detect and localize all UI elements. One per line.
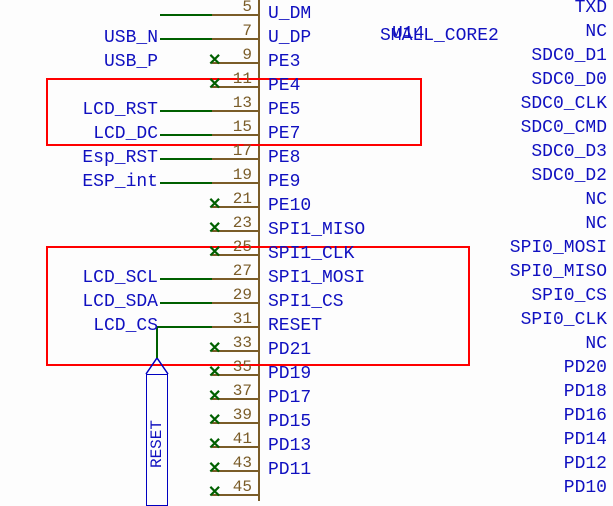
right-port-label: SPI0_MISO <box>510 262 607 282</box>
port-label: SPI1_CS <box>268 292 344 312</box>
port-label: PD15 <box>268 412 311 432</box>
port-label: PE3 <box>268 52 300 72</box>
pin-number: 7 <box>226 22 252 40</box>
right-port-label: SDC0_D0 <box>531 70 607 90</box>
net-label: USB_P <box>104 52 158 72</box>
nc-x-icon: ✕ <box>208 488 221 498</box>
port-label: SPI1_MOSI <box>268 268 365 288</box>
right-port-label: NC <box>585 334 607 354</box>
port-label: PE4 <box>268 76 300 96</box>
net-label: LCD_SDA <box>82 292 158 312</box>
pin-number: 9 <box>226 46 252 64</box>
net-wire <box>160 278 212 280</box>
nc-x-icon: ✕ <box>208 56 221 66</box>
pin-number: 31 <box>226 310 252 328</box>
net-wire <box>160 134 212 136</box>
net-wire <box>160 110 212 112</box>
pin-number: 19 <box>226 166 252 184</box>
right-port-label: PD14 <box>564 430 607 450</box>
nc-x-icon: ✕ <box>208 416 221 426</box>
right-port-label: SDC0_D3 <box>531 142 607 162</box>
pin-number: 17 <box>226 142 252 160</box>
pin-number: 39 <box>226 406 252 424</box>
net-label: USB_N <box>104 28 158 48</box>
port-label: SPI1_CLK <box>268 244 354 264</box>
reset-flag-label: RESET <box>148 420 166 468</box>
right-port-label: SPI0_CS <box>531 286 607 306</box>
right-port-label: PD12 <box>564 454 607 474</box>
port-label: PE7 <box>268 124 300 144</box>
right-port-label: SPI0_CLK <box>521 310 607 330</box>
nc-x-icon: ✕ <box>208 200 221 210</box>
part-name-label: SMALL_CORE2 <box>380 26 499 46</box>
port-label: U_DP <box>268 28 311 48</box>
port-label: PD13 <box>268 436 311 456</box>
port-label: PD11 <box>268 460 311 480</box>
right-port-label: SDC0_D1 <box>531 46 607 66</box>
pin-number: 23 <box>226 214 252 232</box>
port-label: RESET <box>268 316 322 336</box>
nc-x-icon: ✕ <box>208 80 221 90</box>
pin-number: 21 <box>226 190 252 208</box>
net-wire <box>160 182 212 184</box>
nc-x-icon: ✕ <box>208 224 221 234</box>
nc-x-icon: ✕ <box>208 248 221 258</box>
port-label: PE5 <box>268 100 300 120</box>
nc-x-icon: ✕ <box>208 440 221 450</box>
right-port-label: PD16 <box>564 406 607 426</box>
net-label: Esp_RST <box>82 148 158 168</box>
nc-x-icon: ✕ <box>208 464 221 474</box>
pin-number: 33 <box>226 334 252 352</box>
port-label: PE10 <box>268 196 311 216</box>
pin-number: 35 <box>226 358 252 376</box>
right-port-label: PD10 <box>564 478 607 498</box>
flag-arrow-icon <box>144 356 170 376</box>
net-wire <box>160 38 212 40</box>
pin-number: 25 <box>226 238 252 256</box>
pin-number: 11 <box>226 70 252 88</box>
port-label: SPI1_MISO <box>268 220 365 240</box>
port-label: U_DM <box>268 4 311 24</box>
pin-number: 13 <box>226 94 252 112</box>
net-label: LCD_SCL <box>82 268 158 288</box>
pin-number: 43 <box>226 454 252 472</box>
right-port-label: PD18 <box>564 382 607 402</box>
pin-number: 37 <box>226 382 252 400</box>
right-port-label: SDC0_D2 <box>531 166 607 186</box>
nc-x-icon: ✕ <box>208 368 221 378</box>
pin-number: 45 <box>226 478 252 496</box>
port-label: PD21 <box>268 340 311 360</box>
right-port-label: TXD <box>575 0 607 18</box>
port-label: PE8 <box>268 148 300 168</box>
nc-x-icon: ✕ <box>208 344 221 354</box>
net-wire <box>156 326 212 328</box>
pin-number: 41 <box>226 430 252 448</box>
port-label: PD19 <box>268 364 311 384</box>
pin-number: 5 <box>226 0 252 16</box>
pin-number: 29 <box>226 286 252 304</box>
net-label: LCD_DC <box>93 124 158 144</box>
right-port-label: NC <box>585 22 607 42</box>
port-label: PE9 <box>268 172 300 192</box>
pin-number: 27 <box>226 262 252 280</box>
net-wire <box>160 302 212 304</box>
net-wire <box>160 158 212 160</box>
right-port-label: SDC0_CMD <box>521 118 607 138</box>
port-label: PD17 <box>268 388 311 408</box>
net-label: ESP_int <box>82 172 158 192</box>
net-wire <box>160 14 212 16</box>
nc-x-icon: ✕ <box>208 392 221 402</box>
right-port-label: NC <box>585 190 607 210</box>
right-port-label: SPI0_MOSI <box>510 238 607 258</box>
right-port-label: SDC0_CLK <box>521 94 607 114</box>
right-port-label: NC <box>585 214 607 234</box>
right-port-label: PD20 <box>564 358 607 378</box>
pin-number: 15 <box>226 118 252 136</box>
net-label: LCD_CS <box>93 316 158 336</box>
net-label: LCD_RST <box>82 100 158 120</box>
